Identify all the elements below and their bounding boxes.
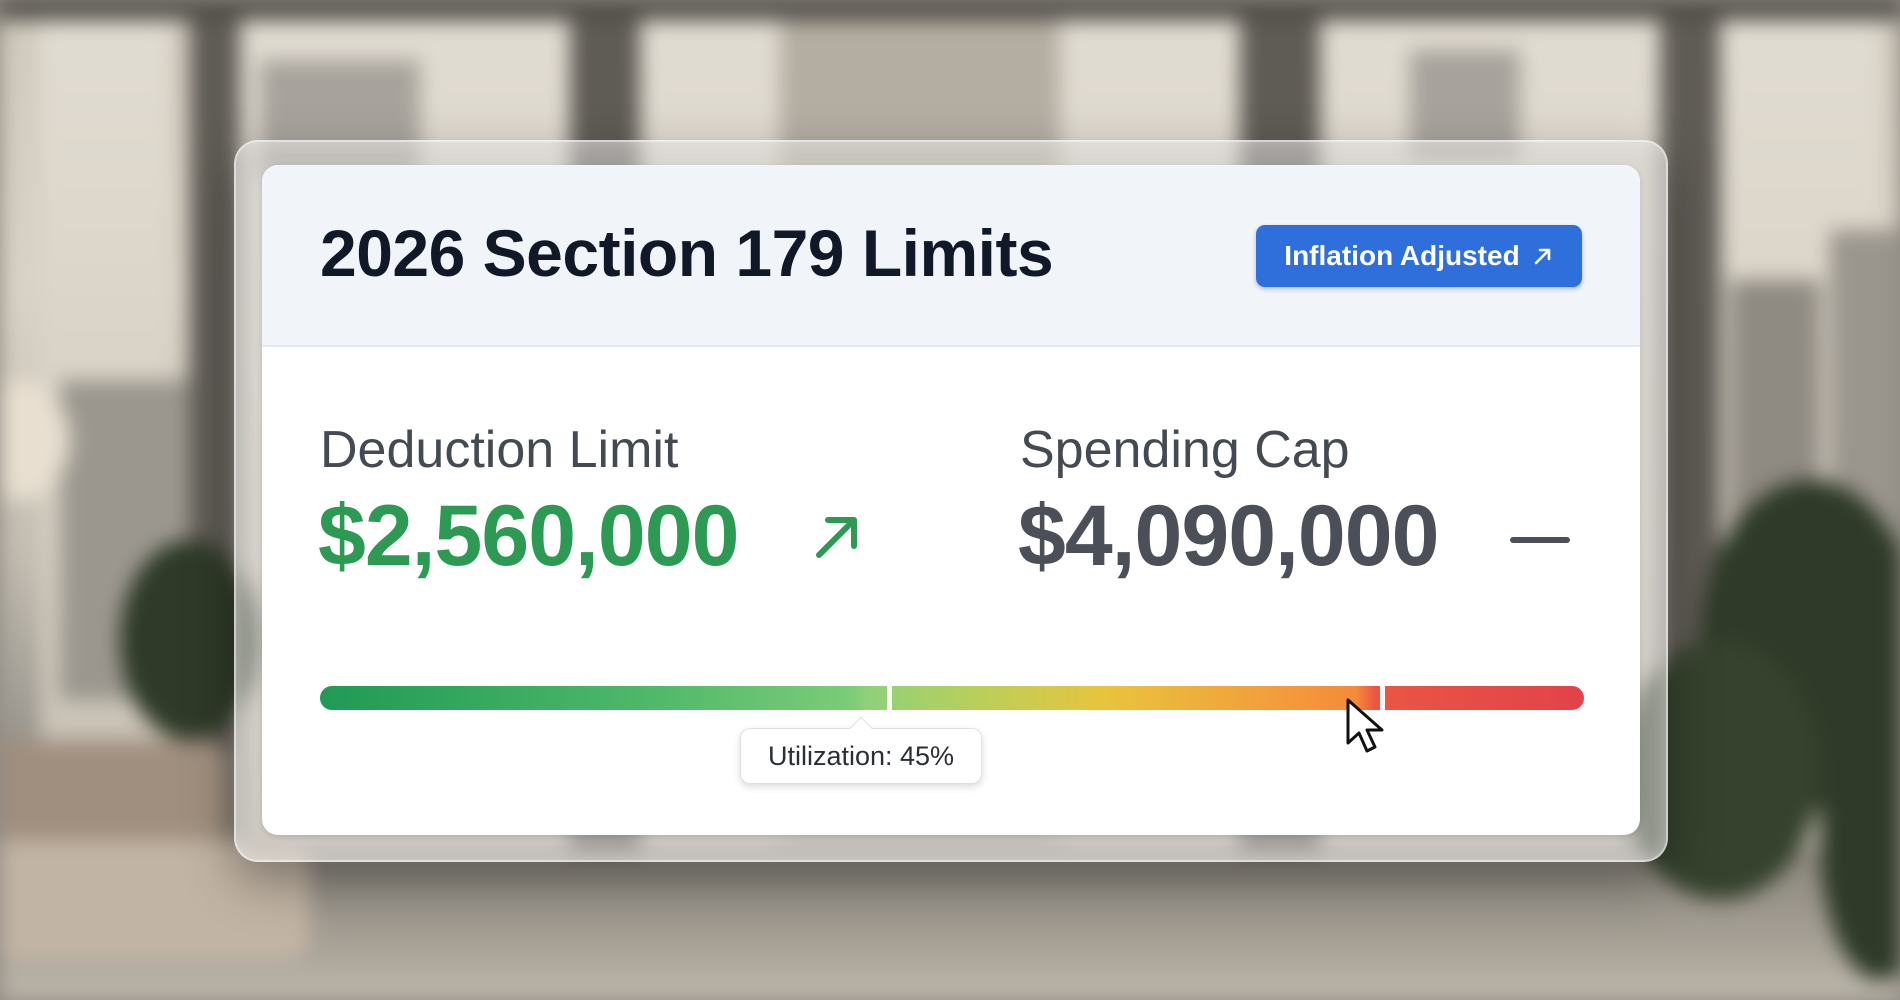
- card-header: 2026 Section 179 Limits Inflation Adjust…: [262, 165, 1640, 347]
- mouse-pointer-icon: [1345, 697, 1391, 757]
- section-179-limits-card: 2026 Section 179 Limits Inflation Adjust…: [262, 165, 1640, 835]
- dash-icon: [1510, 533, 1570, 552]
- spending-cap-label: Spending Cap: [1020, 421, 1350, 479]
- arrow-up-right-icon: [810, 508, 866, 569]
- utilization-tooltip: Utilization: 45%: [740, 716, 982, 784]
- arrow-up-right-icon: [1532, 245, 1554, 267]
- deduction-limit-value: $2,560,000: [318, 488, 739, 584]
- tooltip-caret: [849, 716, 873, 740]
- utilization-marker: [886, 686, 892, 710]
- inflation-adjusted-badge[interactable]: Inflation Adjusted: [1256, 225, 1582, 287]
- spending-cap-value: $4,090,000: [1018, 488, 1439, 584]
- deduction-limit-label: Deduction Limit: [320, 421, 679, 479]
- utilization-bar[interactable]: [320, 686, 1584, 710]
- utilization-tooltip-label: Utilization: 45%: [767, 740, 955, 771]
- badge-label: Inflation Adjusted: [1284, 240, 1520, 271]
- card-title: 2026 Section 179 Limits: [320, 216, 1054, 290]
